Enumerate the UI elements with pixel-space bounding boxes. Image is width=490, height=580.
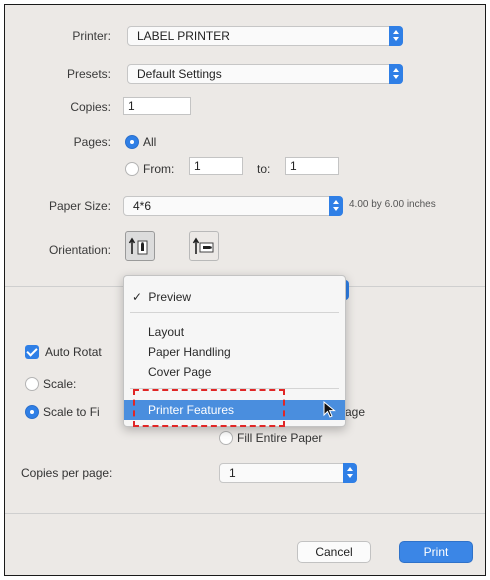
printer-popup[interactable]: LABEL PRINTER [127,26,403,46]
checkmark-icon: ✓ [132,290,143,304]
orientation-landscape-button[interactable] [189,231,219,261]
copies-field[interactable]: 1 [123,97,191,115]
chevron-updown-icon [329,196,343,216]
paper-size-popup[interactable]: 4*6 [123,196,343,216]
presets-popup[interactable]: Default Settings [127,64,403,84]
highlight-annotation [133,389,285,427]
menu-separator [130,312,339,313]
pages-label: Pages: [73,135,111,149]
paper-size-label: Paper Size: [48,199,111,213]
cancel-button[interactable]: Cancel [297,541,371,563]
pages-from-label: From: [143,162,175,176]
pages-all-radio[interactable] [125,135,139,149]
pages-from-field[interactable]: 1 [189,157,243,175]
menu-item-label: Preview [148,290,192,304]
fill-entire-paper-label: Fill Entire Paper [237,431,323,445]
paper-size-value: 4*6 [133,199,152,213]
menu-item-cover-page[interactable]: Cover Page [124,362,345,382]
copies-per-page-popup[interactable]: 1 [219,463,357,483]
copies-label: Copies: [70,100,111,114]
copies-per-page-value: 1 [229,466,236,480]
pages-to-field[interactable]: 1 [285,157,339,175]
presets-label: Presets: [66,67,111,81]
menu-item-layout[interactable]: Layout [124,322,345,342]
auto-rotate-label: Auto Rotat [45,345,102,359]
paper-size-dimensions: 4.00 by 6.00 inches [349,199,436,210]
menu-item-paper-handling[interactable]: Paper Handling [124,342,345,362]
fill-entire-paper-radio[interactable] [219,431,233,445]
print-dialog: Printer: LABEL PRINTER Presets: Default … [4,4,486,576]
presets-value: Default Settings [137,67,222,81]
orientation-portrait-button[interactable] [125,231,155,261]
chevron-updown-icon [389,26,403,46]
copies-per-page-label: Copies per page: [21,466,113,480]
printer-value: LABEL PRINTER [137,29,230,43]
orientation-label: Orientation: [48,243,111,257]
chevron-updown-icon [343,463,357,483]
pages-to-label: to: [257,162,271,176]
menu-item-preview[interactable]: ✓ Preview [124,287,345,307]
scale-to-fit-radio[interactable] [25,405,39,419]
print-button[interactable]: Print [399,541,473,563]
scale-radio[interactable] [25,377,39,391]
portrait-icon [128,237,148,255]
auto-rotate-checkbox[interactable] [25,345,39,359]
chevron-updown-icon [389,64,403,84]
scale-label: Scale: [43,377,77,391]
pages-from-radio[interactable] [125,162,139,176]
cursor-icon [323,401,336,418]
landscape-icon [192,237,214,254]
scale-to-fit-label: Scale to Fi [43,405,100,419]
print-entire-image-label: age [345,405,366,419]
printer-label: Printer: [72,29,111,43]
pages-all-label: All [143,135,157,149]
footer-divider [5,513,485,514]
